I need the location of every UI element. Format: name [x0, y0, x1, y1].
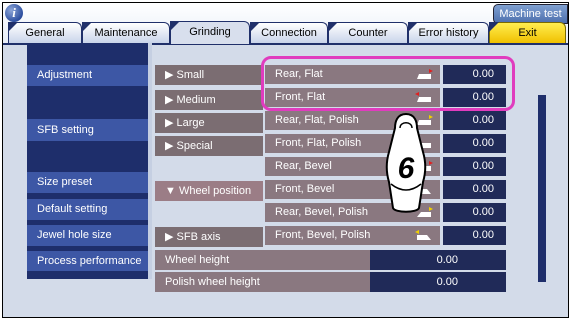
left-menu-size-preset[interactable]: Size preset	[27, 172, 148, 193]
tab-corner-icon	[408, 22, 418, 32]
tab-bar: General Maintenance Grinding Connection …	[3, 21, 568, 44]
tab-label: Exit	[518, 27, 537, 39]
tab-connection[interactable]: Connection	[250, 22, 328, 43]
left-menu-process-performance[interactable]: Process performance	[27, 251, 148, 271]
left-menu-jewel-hole-size[interactable]: Jewel hole size	[27, 225, 148, 246]
param-value[interactable]: 0.00	[443, 180, 506, 199]
param-label: Polish wheel height	[155, 272, 370, 292]
left-menu: Adjustment SFB setting Size preset Defau…	[27, 43, 148, 279]
param-row-polish-wheel-height[interactable]: Polish wheel height 0.00	[155, 272, 506, 292]
tab-label: Grinding	[189, 26, 231, 38]
mid-menu-small[interactable]: ▶ Small	[155, 65, 263, 85]
tab-corner-icon	[8, 22, 18, 32]
mid-menu-special[interactable]: ▶ Special	[155, 136, 263, 156]
machine-test-button[interactable]: Machine test	[493, 4, 568, 24]
mid-menu-large[interactable]: ▶ Large	[155, 113, 263, 133]
tab-exit[interactable]: Exit	[489, 22, 566, 43]
scrollbar[interactable]	[538, 95, 546, 282]
tab-counter[interactable]: Counter	[328, 22, 408, 43]
param-row-wheel-height[interactable]: Wheel height 0.00	[155, 250, 506, 270]
tab-corner-icon	[170, 21, 180, 31]
param-value[interactable]: 0.00	[443, 157, 506, 176]
screen: i Machine test General Maintenance Grind…	[0, 0, 572, 322]
param-value[interactable]: 0.00	[443, 226, 506, 245]
callout-number: 6	[398, 152, 415, 185]
param-value[interactable]: 0.00	[370, 250, 506, 270]
tab-error-history[interactable]: Error history	[408, 22, 489, 43]
param-label: Wheel height	[155, 250, 370, 270]
param-row-front-bevel-polish[interactable]: Front, Bevel, Polish 0.00	[265, 226, 506, 245]
tab-label: Maintenance	[94, 27, 158, 39]
mid-menu-sfb-axis[interactable]: ▶ SFB axis	[155, 227, 263, 247]
param-value[interactable]: 0.00	[443, 111, 506, 130]
menu-divider	[148, 43, 152, 279]
param-value[interactable]: 0.00	[443, 134, 506, 153]
mid-menu-wheel-position[interactable]: ▼ Wheel position	[155, 181, 263, 201]
tab-label: Counter	[348, 27, 388, 39]
tab-label: General	[25, 27, 65, 39]
tab-corner-icon	[250, 22, 260, 32]
param-value[interactable]: 0.00	[443, 203, 506, 222]
stylus-pointer-icon: 6	[385, 112, 427, 213]
mid-menu-medium[interactable]: ▶ Medium	[155, 90, 263, 110]
tab-corner-icon	[328, 22, 338, 32]
tab-corner-icon	[489, 22, 499, 32]
left-menu-adjustment[interactable]: Adjustment	[27, 65, 148, 86]
front-bevel-polish-wheel-icon	[415, 230, 431, 240]
left-menu-default-setting[interactable]: Default setting	[27, 199, 148, 220]
tab-grinding[interactable]: Grinding	[170, 21, 250, 44]
left-menu-sfb-setting[interactable]: SFB setting	[27, 119, 148, 141]
tab-label: Error history	[418, 27, 479, 39]
param-label: Front, Bevel, Polish	[265, 226, 440, 245]
highlight-callout	[261, 56, 515, 111]
tab-corner-icon	[82, 22, 92, 32]
param-value[interactable]: 0.00	[370, 272, 506, 292]
tab-label: Connection	[261, 27, 317, 39]
tab-general[interactable]: General	[8, 22, 82, 43]
tab-maintenance[interactable]: Maintenance	[82, 22, 170, 43]
info-icon[interactable]: i	[5, 4, 23, 22]
